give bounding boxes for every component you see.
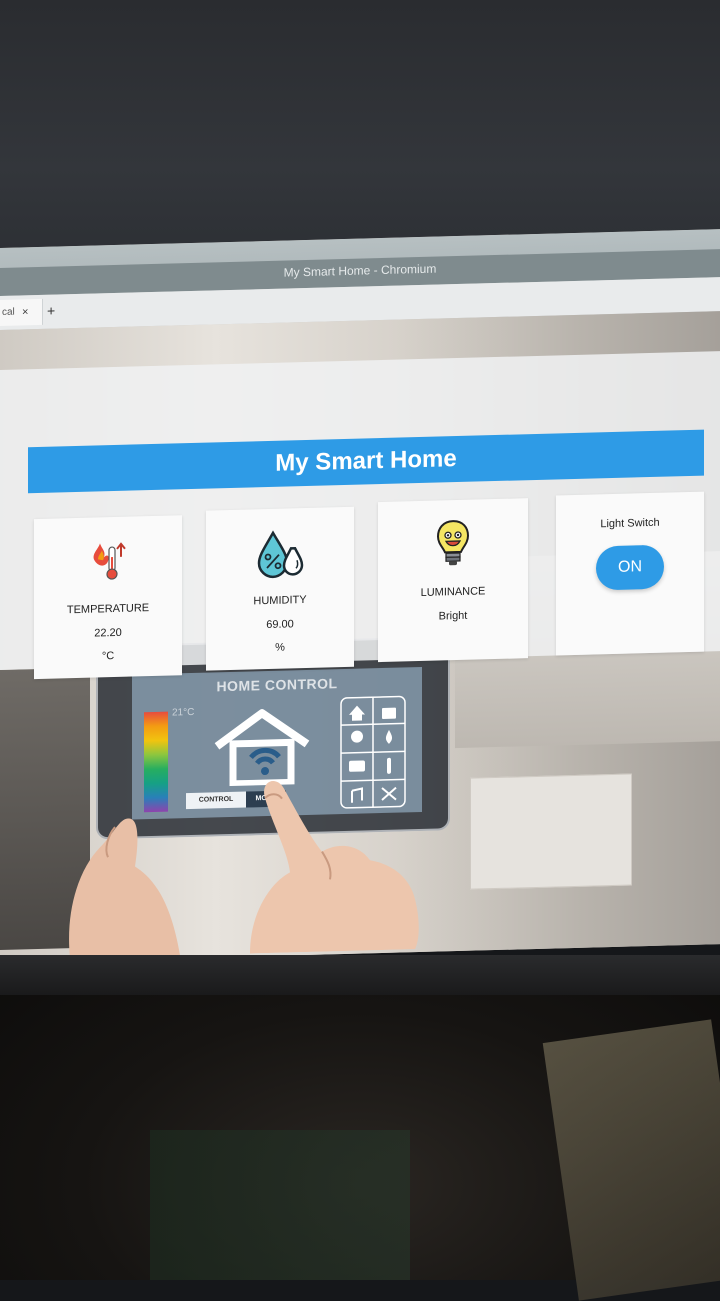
app-overlay: My Smart Home TEMPERATURE 22.20 °C HUMID…: [0, 351, 720, 680]
tab-close-button[interactable]: ×: [22, 299, 28, 325]
luminance-card: LUMINANCE Bright: [378, 498, 528, 663]
tab-label: cal: [2, 306, 15, 318]
background-photo-cabinet: [470, 773, 632, 890]
monitor-bezel: [0, 955, 720, 995]
humidity-label: HUMIDITY: [253, 593, 307, 608]
light-on-button[interactable]: ON: [596, 544, 664, 591]
tablet-temp-readout: 21°C: [172, 706, 195, 719]
thermometer-icon: [90, 539, 126, 589]
browser-tab[interactable]: cal ×: [0, 298, 43, 326]
humidity-drops-icon: [253, 528, 307, 584]
luminance-value: Bright: [438, 609, 468, 623]
humidity-value: 69.00: [266, 618, 294, 632]
light-switch-label: Light Switch: [600, 516, 660, 531]
luminance-label: LUMINANCE: [420, 585, 486, 599]
app-title: My Smart Home: [28, 429, 704, 494]
temperature-value: 22.20: [94, 626, 122, 640]
home-control-heading: HOME CONTROL: [216, 675, 338, 695]
temperature-card: TEMPERATURE 22.20 °C: [34, 515, 182, 680]
new-tab-button[interactable]: +: [47, 303, 55, 319]
monitor-screen: My Smart Home - Chromium cal × + HOME CO…: [0, 229, 720, 964]
page-viewport: HOME CONTROL 21°C CONTROL My Smart Home …: [0, 311, 720, 964]
light-switch-card: Light Switch ON: [556, 491, 704, 656]
lightbulb-icon: [435, 518, 471, 574]
temperature-label: TEMPERATURE: [66, 602, 150, 617]
circuit-board: [150, 1130, 410, 1280]
temperature-unit: °C: [101, 650, 115, 663]
humidity-unit: %: [275, 641, 285, 654]
humidity-card: HUMIDITY 69.00 %: [206, 506, 354, 671]
hands-image: [69, 781, 419, 959]
